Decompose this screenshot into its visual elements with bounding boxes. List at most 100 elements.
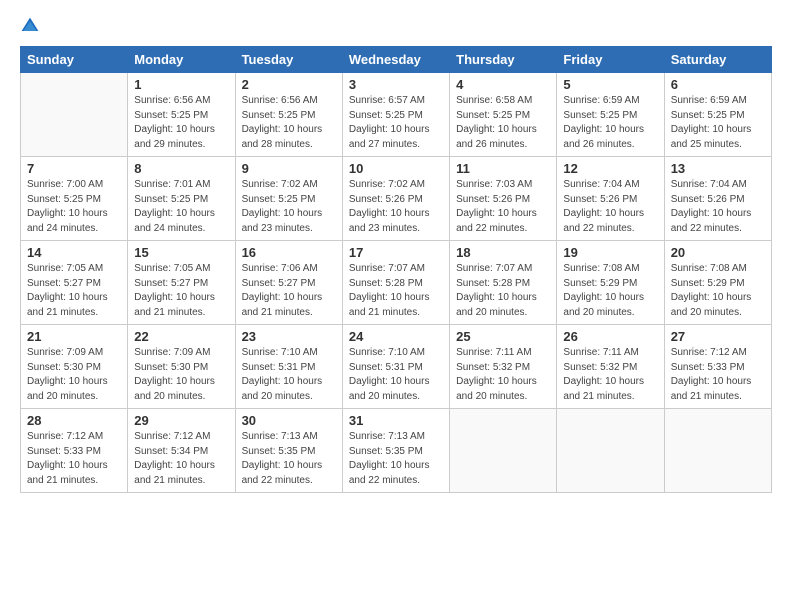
weekday-thursday: Thursday [450,47,557,73]
day-number: 22 [134,329,228,344]
day-cell: 9 Sunrise: 7:02 AMSunset: 5:25 PMDaylight… [235,157,342,241]
day-info: Sunrise: 7:11 AMSunset: 5:32 PMDaylight:… [456,346,550,404]
weekday-tuesday: Tuesday [235,47,342,73]
logo-icon [20,16,40,36]
day-cell: 30 Sunrise: 7:13 AMSunset: 5:35 PMDayligh… [235,409,342,493]
day-cell: 18Sunrise: 7:07 AMSunset: 5:28 PMDayligh… [450,241,557,325]
day-info: Sunrise: 7:11 AMSunset: 5:32 PMDaylight:… [563,346,657,404]
day-cell: 27 Sunrise: 7:12 AMSunset: 5:33 PMDayligh… [664,325,771,409]
day-cell: 26Sunrise: 7:11 AMSunset: 5:32 PMDayligh… [557,325,664,409]
day-info: Sunrise: 7:10 AMSunset: 5:31 PMDaylight:… [349,346,443,404]
day-number: 7 [27,161,121,176]
calendar-table: SundayMondayTuesdayWednesdayThursdayFrid… [20,46,772,493]
day-number: 21 [27,329,121,344]
week-row-5: 28 Sunrise: 7:12 AMSunset: 5:33 PMDayligh… [21,409,772,493]
day-info: Sunrise: 7:04 AMSunset: 5:26 PMDaylight:… [671,178,765,236]
day-info: Sunrise: 7:02 AMSunset: 5:25 PMDaylight:… [242,178,336,236]
day-number: 17 [349,245,443,260]
weekday-wednesday: Wednesday [342,47,449,73]
day-cell: 2 Sunrise: 6:56 AMSunset: 5:25 PMDaylight… [235,73,342,157]
day-info: Sunrise: 7:12 AMSunset: 5:33 PMDaylight:… [27,430,121,488]
day-info: Sunrise: 6:59 AMSunset: 5:25 PMDaylight:… [671,94,765,152]
day-info: Sunrise: 6:56 AMSunset: 5:25 PMDaylight:… [242,94,336,152]
day-cell: 16 Sunrise: 7:06 AMSunset: 5:27 PMDayligh… [235,241,342,325]
day-cell: 21 Sunrise: 7:09 AMSunset: 5:30 PMDayligh… [21,325,128,409]
day-info: Sunrise: 7:13 AMSunset: 5:35 PMDaylight:… [349,430,443,488]
day-number: 12 [563,161,657,176]
day-cell: 19 Sunrise: 7:08 AMSunset: 5:29 PMDayligh… [557,241,664,325]
day-number: 25 [456,329,550,344]
page-container: SundayMondayTuesdayWednesdayThursdayFrid… [0,0,792,612]
day-number: 19 [563,245,657,260]
weekday-sunday: Sunday [21,47,128,73]
day-number: 15 [134,245,228,260]
day-number: 24 [349,329,443,344]
day-info: Sunrise: 7:05 AMSunset: 5:27 PMDaylight:… [134,262,228,320]
day-number: 8 [134,161,228,176]
day-number: 5 [563,77,657,92]
day-cell: 29Sunrise: 7:12 AMSunset: 5:34 PMDayligh… [128,409,235,493]
day-cell: 15 Sunrise: 7:05 AMSunset: 5:27 PMDayligh… [128,241,235,325]
day-cell: 22 Sunrise: 7:09 AMSunset: 5:30 PMDayligh… [128,325,235,409]
day-info: Sunrise: 7:00 AMSunset: 5:25 PMDaylight:… [27,178,121,236]
day-info: Sunrise: 7:09 AMSunset: 5:30 PMDaylight:… [27,346,121,404]
day-info: Sunrise: 7:07 AMSunset: 5:28 PMDaylight:… [349,262,443,320]
day-cell: 20 Sunrise: 7:08 AMSunset: 5:29 PMDayligh… [664,241,771,325]
week-row-3: 14 Sunrise: 7:05 AMSunset: 5:27 PMDayligh… [21,241,772,325]
week-row-2: 7 Sunrise: 7:00 AMSunset: 5:25 PMDaylight… [21,157,772,241]
day-number: 14 [27,245,121,260]
day-number: 18 [456,245,550,260]
day-cell: 11 Sunrise: 7:03 AMSunset: 5:26 PMDayligh… [450,157,557,241]
day-info: Sunrise: 7:09 AMSunset: 5:30 PMDaylight:… [134,346,228,404]
week-row-1: 1 Sunrise: 6:56 AMSunset: 5:25 PMDaylight… [21,73,772,157]
day-number: 10 [349,161,443,176]
day-info: Sunrise: 6:57 AMSunset: 5:25 PMDaylight:… [349,94,443,152]
day-info: Sunrise: 7:13 AMSunset: 5:35 PMDaylight:… [242,430,336,488]
day-cell: 3 Sunrise: 6:57 AMSunset: 5:25 PMDaylight… [342,73,449,157]
day-info: Sunrise: 6:58 AMSunset: 5:25 PMDaylight:… [456,94,550,152]
day-info: Sunrise: 7:10 AMSunset: 5:31 PMDaylight:… [242,346,336,404]
day-cell: 25 Sunrise: 7:11 AMSunset: 5:32 PMDayligh… [450,325,557,409]
header [20,16,772,36]
day-number: 3 [349,77,443,92]
day-cell: 7 Sunrise: 7:00 AMSunset: 5:25 PMDaylight… [21,157,128,241]
day-number: 28 [27,413,121,428]
day-cell: 10 Sunrise: 7:02 AMSunset: 5:26 PMDayligh… [342,157,449,241]
day-cell: 6Sunrise: 6:59 AMSunset: 5:25 PMDaylight… [664,73,771,157]
day-info: Sunrise: 7:12 AMSunset: 5:34 PMDaylight:… [134,430,228,488]
day-number: 1 [134,77,228,92]
day-info: Sunrise: 7:04 AMSunset: 5:26 PMDaylight:… [563,178,657,236]
day-number: 13 [671,161,765,176]
day-cell: 1 Sunrise: 6:56 AMSunset: 5:25 PMDaylight… [128,73,235,157]
day-number: 11 [456,161,550,176]
day-info: Sunrise: 7:02 AMSunset: 5:26 PMDaylight:… [349,178,443,236]
day-number: 20 [671,245,765,260]
day-info: Sunrise: 7:03 AMSunset: 5:26 PMDaylight:… [456,178,550,236]
day-number: 23 [242,329,336,344]
day-number: 9 [242,161,336,176]
day-info: Sunrise: 7:08 AMSunset: 5:29 PMDaylight:… [563,262,657,320]
day-cell: 8 Sunrise: 7:01 AMSunset: 5:25 PMDaylight… [128,157,235,241]
day-number: 31 [349,413,443,428]
day-cell [557,409,664,493]
day-info: Sunrise: 7:08 AMSunset: 5:29 PMDaylight:… [671,262,765,320]
day-cell: 24 Sunrise: 7:10 AMSunset: 5:31 PMDayligh… [342,325,449,409]
day-cell: 17 Sunrise: 7:07 AMSunset: 5:28 PMDayligh… [342,241,449,325]
day-cell: 13 Sunrise: 7:04 AMSunset: 5:26 PMDayligh… [664,157,771,241]
day-info: Sunrise: 7:06 AMSunset: 5:27 PMDaylight:… [242,262,336,320]
day-cell: 5Sunrise: 6:59 AMSunset: 5:25 PMDaylight… [557,73,664,157]
day-info: Sunrise: 7:12 AMSunset: 5:33 PMDaylight:… [671,346,765,404]
day-cell: 4 Sunrise: 6:58 AMSunset: 5:25 PMDaylight… [450,73,557,157]
day-cell: 28 Sunrise: 7:12 AMSunset: 5:33 PMDayligh… [21,409,128,493]
day-number: 2 [242,77,336,92]
day-cell: 31 Sunrise: 7:13 AMSunset: 5:35 PMDayligh… [342,409,449,493]
day-info: Sunrise: 7:01 AMSunset: 5:25 PMDaylight:… [134,178,228,236]
day-number: 4 [456,77,550,92]
day-info: Sunrise: 6:56 AMSunset: 5:25 PMDaylight:… [134,94,228,152]
day-cell [450,409,557,493]
day-info: Sunrise: 7:05 AMSunset: 5:27 PMDaylight:… [27,262,121,320]
day-number: 16 [242,245,336,260]
day-cell [664,409,771,493]
day-number: 30 [242,413,336,428]
day-number: 27 [671,329,765,344]
